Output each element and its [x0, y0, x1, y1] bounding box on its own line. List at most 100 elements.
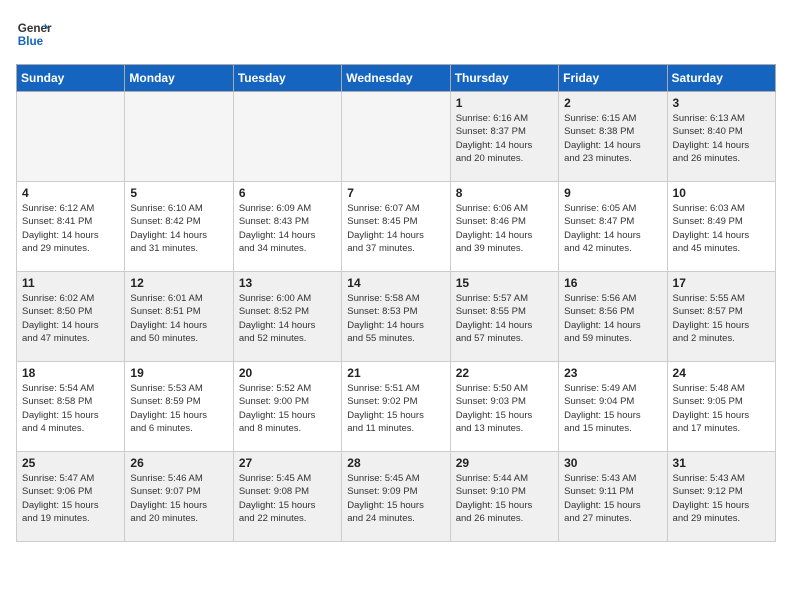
day-number: 1: [456, 96, 553, 110]
day-number: 31: [673, 456, 770, 470]
day-number: 20: [239, 366, 336, 380]
day-number: 22: [456, 366, 553, 380]
cell-info: Sunrise: 6:16 AMSunset: 8:37 PMDaylight:…: [456, 112, 553, 165]
calendar-cell: 3Sunrise: 6:13 AMSunset: 8:40 PMDaylight…: [667, 92, 775, 182]
day-header-tuesday: Tuesday: [233, 65, 341, 92]
calendar-cell: 6Sunrise: 6:09 AMSunset: 8:43 PMDaylight…: [233, 182, 341, 272]
day-number: 27: [239, 456, 336, 470]
calendar-cell: 17 Sunrise: 5:55 AMSunset: 8:57 PMDayligh…: [667, 272, 775, 362]
cell-info: Sunrise: 5:50 AMSunset: 9:03 PMDaylight:…: [456, 382, 553, 435]
cell-info: Sunrise: 5:46 AMSunset: 9:07 PMDaylight:…: [130, 472, 227, 525]
day-number: 17: [673, 276, 770, 290]
calendar-cell: 18Sunrise: 5:54 AMSunset: 8:58 PMDayligh…: [17, 362, 125, 452]
calendar-cell: 20 Sunrise: 5:52 AMSunset: 9:00 PMDayligh…: [233, 362, 341, 452]
calendar-cell: 7 Sunrise: 6:07 AMSunset: 8:45 PMDaylight…: [342, 182, 450, 272]
week-row-5: 25 Sunrise: 5:47 AMSunset: 9:06 PMDayligh…: [17, 452, 776, 542]
calendar-cell: 13 Sunrise: 6:00 AMSunset: 8:52 PMDayligh…: [233, 272, 341, 362]
day-number: 13: [239, 276, 336, 290]
calendar-cell: [125, 92, 233, 182]
calendar-cell: 24 Sunrise: 5:48 AMSunset: 9:05 PMDayligh…: [667, 362, 775, 452]
calendar-cell: 15 Sunrise: 5:57 AMSunset: 8:55 PMDayligh…: [450, 272, 558, 362]
day-number: 2: [564, 96, 661, 110]
svg-text:General: General: [18, 22, 52, 35]
week-row-1: 1 Sunrise: 6:16 AMSunset: 8:37 PMDaylight…: [17, 92, 776, 182]
cell-info: Sunrise: 5:43 AMSunset: 9:11 PMDaylight:…: [564, 472, 661, 525]
cell-info: Sunrise: 5:56 AMSunset: 8:56 PMDaylight:…: [564, 292, 661, 345]
cell-info: Sunrise: 6:06 AMSunset: 8:46 PMDaylight:…: [456, 202, 553, 255]
day-number: 9: [564, 186, 661, 200]
cell-info: Sunrise: 6:10 AMSunset: 8:42 PMDaylight:…: [130, 202, 227, 255]
cell-info: Sunrise: 5:51 AMSunset: 9:02 PMDaylight:…: [347, 382, 444, 435]
day-number: 30: [564, 456, 661, 470]
cell-info: Sunrise: 5:43 AMSunset: 9:12 PMDaylight:…: [673, 472, 770, 525]
day-number: 29: [456, 456, 553, 470]
calendar-cell: 14 Sunrise: 5:58 AMSunset: 8:53 PMDayligh…: [342, 272, 450, 362]
cell-info: Sunrise: 5:58 AMSunset: 8:53 PMDaylight:…: [347, 292, 444, 345]
calendar-cell: 26 Sunrise: 5:46 AMSunset: 9:07 PMDayligh…: [125, 452, 233, 542]
day-header-saturday: Saturday: [667, 65, 775, 92]
calendar-cell: [17, 92, 125, 182]
cell-info: Sunrise: 5:52 AMSunset: 9:00 PMDaylight:…: [239, 382, 336, 435]
day-number: 21: [347, 366, 444, 380]
day-number: 3: [673, 96, 770, 110]
cell-info: Sunrise: 5:55 AMSunset: 8:57 PMDaylight:…: [673, 292, 770, 345]
day-number: 15: [456, 276, 553, 290]
cell-info: Sunrise: 5:53 AMSunset: 8:59 PMDaylight:…: [130, 382, 227, 435]
calendar-cell: [233, 92, 341, 182]
calendar-cell: 1 Sunrise: 6:16 AMSunset: 8:37 PMDaylight…: [450, 92, 558, 182]
calendar-cell: 28 Sunrise: 5:45 AMSunset: 9:09 PMDayligh…: [342, 452, 450, 542]
day-number: 18: [22, 366, 119, 380]
cell-info: Sunrise: 6:07 AMSunset: 8:45 PMDaylight:…: [347, 202, 444, 255]
calendar-header-row: SundayMondayTuesdayWednesdayThursdayFrid…: [17, 65, 776, 92]
day-number: 8: [456, 186, 553, 200]
calendar-cell: 2Sunrise: 6:15 AMSunset: 8:38 PMDaylight…: [559, 92, 667, 182]
calendar-table: SundayMondayTuesdayWednesdayThursdayFrid…: [16, 64, 776, 542]
calendar-cell: 10Sunrise: 6:03 AMSunset: 8:49 PMDayligh…: [667, 182, 775, 272]
day-number: 7: [347, 186, 444, 200]
day-number: 25: [22, 456, 119, 470]
calendar-cell: [342, 92, 450, 182]
day-number: 5: [130, 186, 227, 200]
cell-info: Sunrise: 5:45 AMSunset: 9:09 PMDaylight:…: [347, 472, 444, 525]
day-number: 19: [130, 366, 227, 380]
calendar-cell: 5 Sunrise: 6:10 AMSunset: 8:42 PMDaylight…: [125, 182, 233, 272]
cell-info: Sunrise: 5:47 AMSunset: 9:06 PMDaylight:…: [22, 472, 119, 525]
day-number: 4: [22, 186, 119, 200]
calendar-cell: 4Sunrise: 6:12 AMSunset: 8:41 PMDaylight…: [17, 182, 125, 272]
calendar-cell: 21 Sunrise: 5:51 AMSunset: 9:02 PMDayligh…: [342, 362, 450, 452]
day-header-wednesday: Wednesday: [342, 65, 450, 92]
cell-info: Sunrise: 5:57 AMSunset: 8:55 PMDaylight:…: [456, 292, 553, 345]
day-number: 14: [347, 276, 444, 290]
day-header-friday: Friday: [559, 65, 667, 92]
calendar-cell: 25 Sunrise: 5:47 AMSunset: 9:06 PMDayligh…: [17, 452, 125, 542]
cell-info: Sunrise: 6:03 AMSunset: 8:49 PMDaylight:…: [673, 202, 770, 255]
day-number: 16: [564, 276, 661, 290]
cell-info: Sunrise: 6:00 AMSunset: 8:52 PMDaylight:…: [239, 292, 336, 345]
calendar-cell: 9Sunrise: 6:05 AMSunset: 8:47 PMDaylight…: [559, 182, 667, 272]
calendar-cell: 31 Sunrise: 5:43 AMSunset: 9:12 PMDayligh…: [667, 452, 775, 542]
cell-info: Sunrise: 5:45 AMSunset: 9:08 PMDaylight:…: [239, 472, 336, 525]
day-number: 24: [673, 366, 770, 380]
cell-info: Sunrise: 6:01 AMSunset: 8:51 PMDaylight:…: [130, 292, 227, 345]
day-number: 28: [347, 456, 444, 470]
day-number: 23: [564, 366, 661, 380]
cell-info: Sunrise: 6:02 AMSunset: 8:50 PMDaylight:…: [22, 292, 119, 345]
day-number: 11: [22, 276, 119, 290]
day-number: 26: [130, 456, 227, 470]
calendar-cell: 23 Sunrise: 5:49 AMSunset: 9:04 PMDayligh…: [559, 362, 667, 452]
calendar-cell: 19 Sunrise: 5:53 AMSunset: 8:59 PMDayligh…: [125, 362, 233, 452]
svg-text:Blue: Blue: [18, 35, 44, 48]
calendar-cell: 8 Sunrise: 6:06 AMSunset: 8:46 PMDaylight…: [450, 182, 558, 272]
calendar-cell: 27 Sunrise: 5:45 AMSunset: 9:08 PMDayligh…: [233, 452, 341, 542]
day-number: 6: [239, 186, 336, 200]
day-header-monday: Monday: [125, 65, 233, 92]
day-number: 12: [130, 276, 227, 290]
cell-info: Sunrise: 5:44 AMSunset: 9:10 PMDaylight:…: [456, 472, 553, 525]
calendar-cell: 12 Sunrise: 6:01 AMSunset: 8:51 PMDayligh…: [125, 272, 233, 362]
cell-info: Sunrise: 5:49 AMSunset: 9:04 PMDaylight:…: [564, 382, 661, 435]
week-row-2: 4Sunrise: 6:12 AMSunset: 8:41 PMDaylight…: [17, 182, 776, 272]
calendar-cell: 11 Sunrise: 6:02 AMSunset: 8:50 PMDayligh…: [17, 272, 125, 362]
cell-info: Sunrise: 5:48 AMSunset: 9:05 PMDaylight:…: [673, 382, 770, 435]
week-row-3: 11 Sunrise: 6:02 AMSunset: 8:50 PMDayligh…: [17, 272, 776, 362]
calendar-cell: 16 Sunrise: 5:56 AMSunset: 8:56 PMDayligh…: [559, 272, 667, 362]
